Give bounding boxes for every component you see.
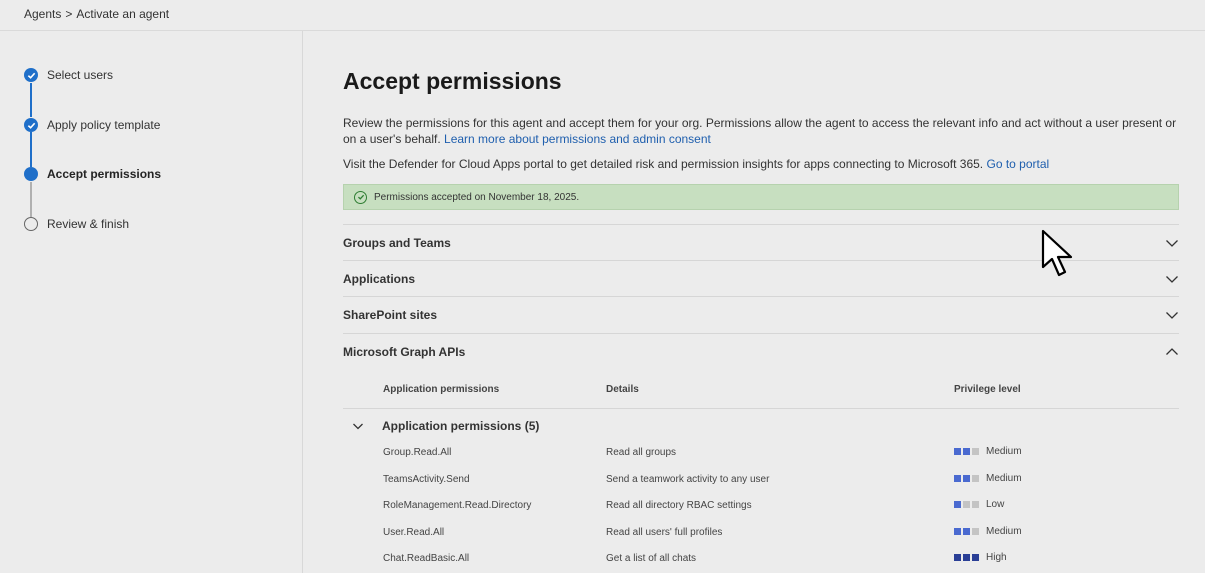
permission-name: TeamsActivity.Send [383,473,470,485]
privilege-level-text: Medium [986,525,1022,537]
step-connector-3 [30,182,32,217]
privilege-bar-segment [972,527,979,535]
step-label: Review & finish [47,217,130,231]
mouse-cursor-icon [1041,229,1073,277]
success-banner: Permissions accepted on November 18, 202… [343,184,1179,210]
step-complete-icon [24,118,38,132]
step-label: Apply policy template [47,118,161,132]
privilege-bar-segment [972,474,979,482]
go-to-portal-link[interactable]: Go to portal [986,157,1049,171]
permission-group-label: Application permissions (5) [382,419,540,433]
permission-name: RoleManagement.Read.Directory [383,500,532,511]
learn-more-link[interactable]: Learn more about permissions and admin c… [444,132,711,146]
column-header-privilege[interactable]: Privilege level [954,384,1021,395]
section-label: Applications [343,271,416,286]
step-connector-1 [30,83,32,117]
privilege-level: High [954,552,1007,563]
step-label: Accept permissions [47,167,162,181]
permission-name: User.Read.All [383,526,445,538]
check-circle-icon [354,190,367,204]
table-row[interactable]: Chat.ReadBasic.All Get a list of all chat… [343,550,1179,568]
table-row[interactable]: User.Read.All Read all users' full profil… [343,524,1179,542]
portal-description: Visit the Defender for Cloud Apps portal… [343,156,1179,172]
privilege-bar-segment [963,474,970,482]
breadcrumb: Agents > Activate an agent [24,7,169,21]
permission-details: Get a list of all chats [606,553,697,564]
permission-group-toggle[interactable]: Application permissions (5) [343,416,539,436]
wizard-steps: Select users Apply policy template Accep… [0,31,303,573]
step-connector-2 [30,132,32,167]
privilege-bar-segment [954,448,961,455]
privilege-bar-segment [954,474,961,482]
permission-details: Read all users' full profiles [606,526,723,538]
header-divider [343,408,1179,409]
chevron-down-icon [353,423,363,430]
privilege-level: Low [954,499,1004,510]
permission-details: Read all directory RBAC settings [606,500,752,511]
section-label: SharePoint sites [343,307,438,322]
permission-details: Read all groups [606,447,677,458]
step-pending-icon [24,217,38,231]
chevron-down-icon [1166,275,1178,283]
main-content: Accept permissions Review the permission… [343,31,1179,573]
section-sharepoint-sites[interactable]: SharePoint sites [343,296,1179,332]
section-label: Microsoft Graph APIs [343,344,466,359]
step-review-finish[interactable]: Review & finish [24,216,129,232]
privilege-level-text: High [986,552,1007,563]
privilege-bar-segment [954,527,961,535]
privilege-level-text: Low [986,499,1005,510]
breadcrumb-separator: > [65,7,73,21]
privilege-level: Medium [954,526,1022,537]
page-description: Review the permissions for this agent an… [343,115,1179,147]
page-title: Accept permissions [343,68,562,94]
portal-text: Visit the Defender for Cloud Apps portal… [343,157,984,171]
permission-details: Send a teamwork activity to any user [606,473,770,485]
step-label: Select users [47,68,114,82]
step-apply-policy-template[interactable]: Apply policy template [24,117,160,133]
chevron-down-icon [1166,239,1178,247]
step-current-icon [24,167,38,181]
privilege-level: Medium [954,473,1022,484]
breadcrumb-current: Activate an agent [76,7,170,21]
top-bar: Agents > Activate an agent [0,0,1205,31]
table-row[interactable]: RoleManagement.Read.Directory Read all di… [343,497,1179,515]
chevron-down-icon [1166,311,1178,319]
step-select-users[interactable]: Select users [24,67,113,83]
privilege-bar-segment [972,448,979,455]
permission-name: Chat.ReadBasic.All [383,553,470,564]
permission-name: Group.Read.All [383,447,452,458]
column-header-permissions[interactable]: Application permissions [383,384,499,395]
chevron-up-icon [1166,347,1178,355]
banner-text: Permissions accepted on November 18, 202… [374,191,580,203]
table-row[interactable]: TeamsActivity.Send Send a teamwork activi… [343,471,1179,489]
column-header-details[interactable]: Details [606,384,639,395]
privilege-bar-segment [972,554,979,561]
privilege-level-text: Medium [986,446,1022,457]
step-complete-icon [24,68,38,82]
privilege-bar-segment [972,501,979,508]
privilege-level-text: Medium [986,472,1022,484]
section-label: Groups and Teams [343,235,451,250]
privilege-level: Medium [954,446,1022,457]
privilege-bar-segment [963,554,970,561]
privilege-bar-segment [963,527,970,535]
privilege-bar-segment [963,448,970,455]
step-accept-permissions[interactable]: Accept permissions [24,166,161,182]
section-microsoft-graph-apis[interactable]: Microsoft Graph APIs [343,333,1179,369]
table-row[interactable]: Group.Read.All Read all groups Medium [343,444,1179,462]
breadcrumb-agents[interactable]: Agents [24,7,61,21]
privilege-bar-segment [954,554,961,561]
privilege-bar-segment [963,501,970,508]
privilege-bar-segment [954,501,961,508]
